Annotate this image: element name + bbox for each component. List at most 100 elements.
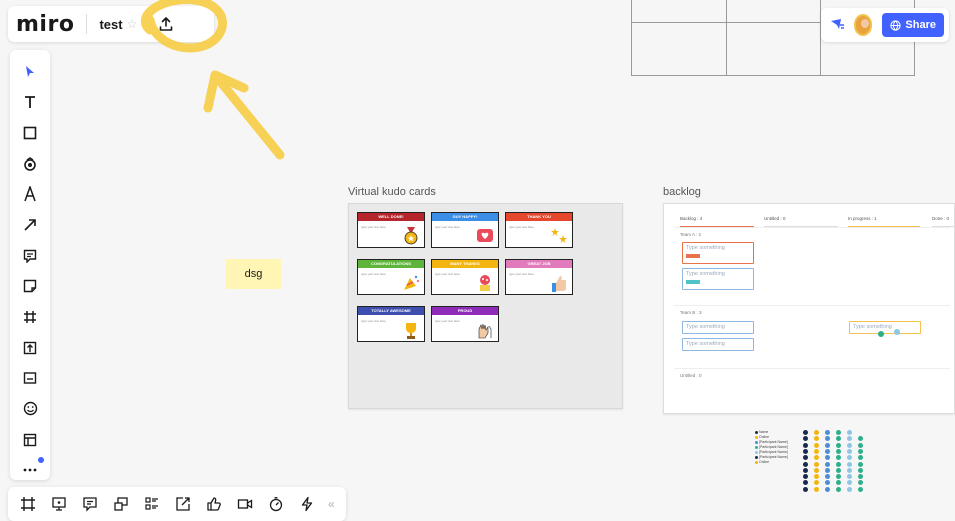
bottom-toolbar: « [8, 487, 346, 521]
participant-dot [803, 461, 808, 467]
participant-dot [825, 486, 830, 492]
video-call-icon[interactable] [233, 492, 257, 516]
pencil-icon[interactable] [19, 185, 41, 205]
kanban-card[interactable]: Type something [682, 321, 754, 334]
text-icon[interactable] [19, 93, 41, 113]
swimlane-count: 0 [699, 373, 702, 378]
kudo-card[interactable]: THANK YOU type your text here [505, 212, 573, 248]
kanban-card[interactable]: Type something [682, 338, 754, 351]
kudo-trophy-icon [402, 321, 420, 339]
participant-dot [825, 436, 830, 442]
cursor-dot [894, 329, 900, 335]
swimlane-name: Team B [680, 310, 696, 315]
export-icon[interactable] [171, 492, 195, 516]
screen-share-icon[interactable] [109, 492, 133, 516]
kudo-card-heading: MANY THANKS [432, 260, 498, 268]
participant-dot [847, 455, 852, 461]
miro-logo: miro [16, 11, 75, 37]
participant-dot [814, 480, 819, 486]
kanban-column-count: 0 [783, 216, 786, 221]
participant-dot [814, 486, 819, 492]
kudo-card-heading: GREAT JOB [506, 260, 572, 268]
comments-icon[interactable] [78, 492, 102, 516]
kudo-card[interactable]: TOTALLY AWESOME type your text here [357, 306, 425, 342]
emoji-icon[interactable] [19, 399, 41, 419]
user-avatar[interactable] [853, 14, 873, 36]
participant-dot [803, 436, 808, 442]
kanban-column-header[interactable]: Untitled : 0 [764, 216, 786, 221]
kudo-frame[interactable]: WELL DONE! type your text here GUY HAPPY! t… [348, 203, 623, 409]
lightning-icon[interactable] [295, 492, 319, 516]
kanban-card-tag [686, 254, 700, 258]
participant-dot [803, 486, 808, 492]
swimlane-divider [674, 368, 950, 369]
kudo-frame-title[interactable]: Virtual kudo cards [348, 186, 436, 198]
backlog-frame-title[interactable]: backlog [663, 186, 701, 198]
kanban-column-count: 4 [699, 216, 703, 221]
share-button[interactable]: Share [882, 13, 944, 37]
kanban-swimlane-label[interactable]: Team A : 2 [680, 232, 701, 237]
kanban-swimlane-label[interactable]: Untitled : 0 [680, 373, 702, 378]
templates-icon[interactable] [19, 430, 41, 450]
kudo-card[interactable]: GREAT JOB type your text here [505, 259, 573, 295]
kanban-card[interactable]: Type something [849, 321, 921, 334]
swimlane-count: 2 [698, 232, 702, 237]
kanban-column-label: Backlog [680, 216, 697, 221]
arrow-line-icon[interactable] [19, 215, 41, 235]
kanban-card-placeholder: Type something [686, 271, 725, 277]
kudo-card[interactable]: PROUD type your text here [431, 306, 499, 342]
kanban-column-header[interactable]: Backlog : 4 [680, 216, 702, 221]
share-label: Share [905, 19, 936, 31]
legend-label: Online [759, 435, 770, 439]
kanban-board[interactable]: Backlog : 4 Untitled : 0 In progress : 1 Do… [663, 203, 955, 414]
reactions-filter-icon[interactable] [826, 12, 848, 38]
kanban-swimlane-label[interactable]: Team B : 3 [680, 310, 702, 315]
presentation-icon[interactable] [47, 492, 71, 516]
kudo-card-heading: THANK YOU [506, 213, 572, 221]
kudo-medal-icon [402, 227, 420, 245]
participant-dot [836, 436, 841, 442]
participant-dot [825, 442, 830, 448]
legend-label: [Participant Name] [759, 445, 788, 449]
participant-dot [858, 486, 863, 492]
participant-dot [814, 442, 819, 448]
kudo-card-heading: PROUD [432, 307, 498, 315]
select-cursor-icon[interactable] [19, 62, 41, 82]
more-tools-icon[interactable] [19, 457, 44, 480]
left-toolbar [10, 50, 50, 480]
kanban-column-header[interactable]: In progress : 1 [848, 216, 877, 221]
cards-list-icon[interactable] [140, 492, 164, 516]
card-icon[interactable] [19, 368, 41, 388]
kudo-party-icon [402, 274, 420, 292]
kanban-card[interactable]: Type something [682, 242, 754, 264]
participant-dot [847, 474, 852, 480]
participant-dot [814, 474, 819, 480]
sticky-note-icon[interactable] [19, 276, 41, 296]
sticky-note[interactable]: dsg [226, 259, 281, 289]
participant-dot [825, 448, 830, 454]
kanban-card-placeholder: Type something [686, 324, 725, 330]
frames-icon[interactable] [16, 492, 40, 516]
participant-dot [836, 467, 841, 473]
kanban-card[interactable]: Type something [682, 268, 754, 290]
kanban-card-placeholder: Type something [686, 245, 725, 251]
kudo-card[interactable]: MANY THANKS type your text here [431, 259, 499, 295]
timer-icon[interactable] [264, 492, 288, 516]
upload-icon[interactable] [19, 338, 41, 358]
thumbs-up-icon[interactable] [202, 492, 226, 516]
frame-icon[interactable] [19, 307, 41, 327]
kanban-column-header[interactable]: Done : 0 [932, 216, 949, 221]
rectangle-shape-icon[interactable] [19, 123, 41, 143]
comment-icon[interactable] [19, 246, 41, 266]
participant-dot [836, 486, 841, 492]
pen-icon[interactable] [19, 154, 41, 174]
participant-dot [847, 467, 852, 473]
kudo-card[interactable]: GUY HAPPY! type your text here [431, 212, 499, 248]
collapse-toolbar-icon[interactable]: « [328, 497, 335, 511]
participant-dot [847, 442, 852, 448]
divider [86, 14, 88, 34]
kanban-column-count: 0 [946, 216, 950, 221]
legend-row: [Participant Name] [755, 450, 788, 454]
kudo-card[interactable]: WELL DONE! type your text here [357, 212, 425, 248]
kudo-card[interactable]: CONGRATULATIONS type your text here [357, 259, 425, 295]
